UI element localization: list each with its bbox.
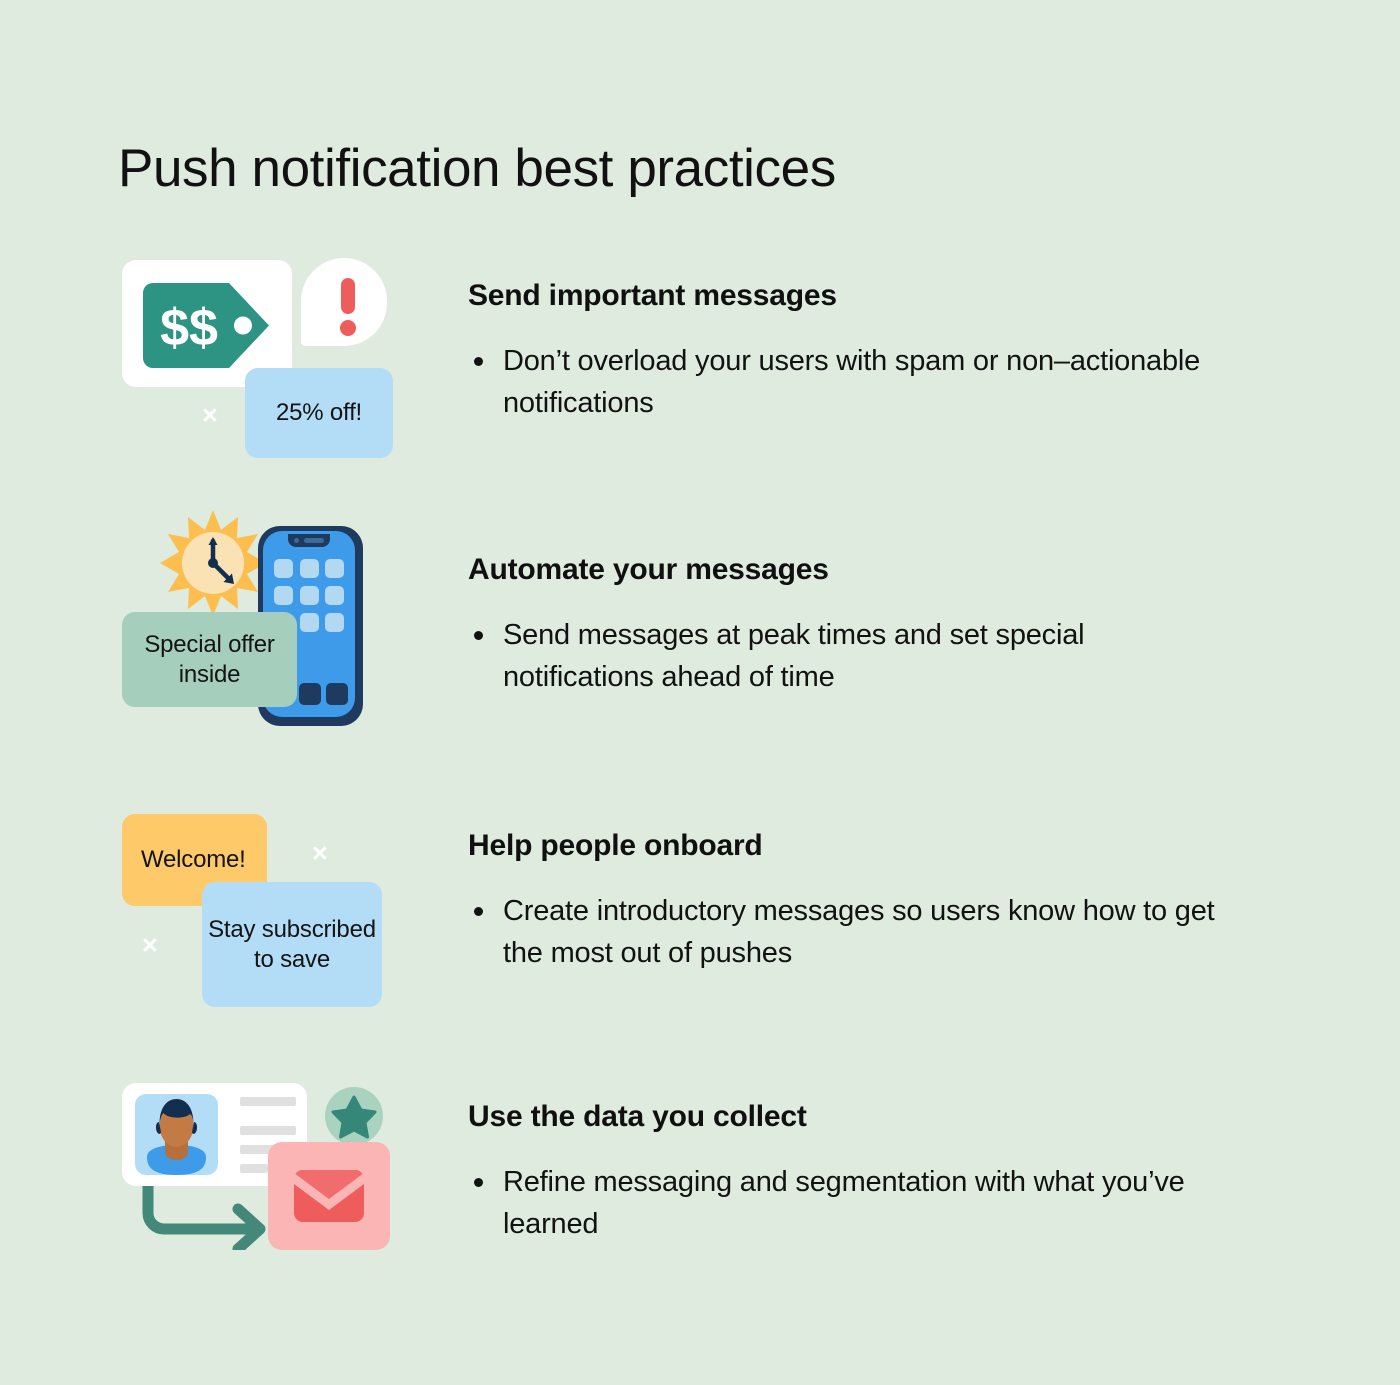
sun-clock-icon	[158, 508, 268, 618]
app-icon	[325, 559, 344, 578]
dock-app-icon	[326, 683, 348, 705]
envelope-icon	[294, 1170, 364, 1222]
bullet-dot-icon	[474, 631, 483, 640]
section-copy: Use the data you collect Refine messagin…	[468, 1099, 1228, 1245]
text-line-placeholder	[240, 1126, 296, 1135]
section-copy: Help people onboard Create introductory …	[468, 828, 1228, 974]
section-bullet-list: Refine messaging and segmentation with w…	[468, 1161, 1228, 1245]
section-heading: Send important messages	[468, 279, 837, 312]
dismiss-x-icon: ×	[312, 838, 328, 868]
subscribe-card-label: Stay subscribed to save	[208, 916, 376, 973]
app-icon	[299, 559, 319, 578]
section-bullet-list: Send messages at peak times and set spec…	[468, 614, 1228, 698]
email-card	[268, 1142, 390, 1250]
bullet-dot-icon	[474, 357, 483, 366]
phone-camera-icon	[294, 538, 299, 543]
promo-card: 25% off!	[245, 368, 393, 458]
app-icon	[274, 586, 293, 605]
dismiss-x-icon: ×	[142, 930, 158, 960]
exclamation-icon	[341, 278, 355, 314]
section-heading: Use the data you collect	[468, 1100, 807, 1133]
infographic-page: Push notification best practices $$ 25% …	[0, 0, 1400, 1385]
section-copy: Automate your messages Send messages at …	[468, 552, 1228, 698]
subscribe-card: Stay subscribed to save	[202, 882, 382, 1007]
bullet-dot-icon	[474, 907, 483, 916]
bullet-item: Send messages at peak times and set spec…	[468, 614, 1228, 698]
curved-arrow-icon	[140, 1171, 280, 1255]
illustration-promo-notification: $$ 25% off! ×	[110, 250, 420, 480]
app-icon	[325, 613, 344, 632]
bullet-item: Don’t overload your users with spam or n…	[468, 340, 1228, 424]
illustration-onboarding-messages: Welcome! Stay subscribed to save × ×	[110, 800, 420, 1025]
bullet-text: Send messages at peak times and set spec…	[503, 619, 1085, 694]
dock-app-icon	[299, 683, 321, 705]
app-icon	[299, 613, 319, 632]
text-line-placeholder	[240, 1164, 268, 1173]
bullet-text: Refine messaging and segmentation with w…	[503, 1166, 1185, 1241]
bullet-dot-icon	[474, 1178, 483, 1187]
bullet-item: Refine messaging and segmentation with w…	[468, 1161, 1228, 1245]
star-badge	[325, 1087, 383, 1145]
illustration-scheduled-notification: Special offer inside	[110, 500, 420, 740]
section-heading: Automate your messages	[468, 553, 829, 586]
section-copy: Send important messages Don’t overload y…	[468, 278, 1228, 424]
person-avatar-icon	[147, 1099, 206, 1175]
phone-speaker-icon	[304, 538, 324, 543]
message-card-label: Special offer inside	[144, 631, 275, 688]
welcome-card-label: Welcome!	[141, 846, 246, 873]
message-card: Special offer inside	[122, 612, 297, 707]
section-use-the-data-you-collect: Use the data you collect Refine messagin…	[0, 1075, 1400, 1290]
section-heading: Help people onboard	[468, 829, 763, 862]
section-send-important-messages: $$ 25% off! × Send important messages Do…	[0, 250, 1400, 480]
avatar	[135, 1094, 218, 1175]
app-icon	[325, 586, 344, 605]
app-icon	[299, 586, 319, 605]
text-line-placeholder	[240, 1097, 296, 1106]
promo-card-label: 25% off!	[275, 399, 363, 426]
clock-hands-icon	[208, 537, 234, 584]
section-bullet-list: Don’t overload your users with spam or n…	[468, 340, 1228, 424]
dismiss-x-icon: ×	[202, 400, 218, 430]
bullet-text: Create introductory messages so users kn…	[503, 895, 1215, 970]
exclamation-dot-icon	[340, 320, 356, 336]
bullet-item: Create introductory messages so users kn…	[468, 890, 1228, 974]
svg-text:$$: $$	[160, 299, 218, 357]
section-automate-your-messages: Special offer inside Automate your messa…	[0, 500, 1400, 740]
star-icon	[331, 1095, 377, 1139]
section-bullet-list: Create introductory messages so users kn…	[468, 890, 1228, 974]
price-tag-icon: $$	[143, 283, 269, 368]
app-icon	[274, 559, 293, 578]
bullet-text: Don’t overload your users with spam or n…	[503, 345, 1201, 420]
page-title: Push notification best practices	[118, 138, 836, 198]
illustration-user-data	[110, 1075, 420, 1290]
section-help-people-onboard: Welcome! Stay subscribed to save × × Hel…	[0, 800, 1400, 1025]
